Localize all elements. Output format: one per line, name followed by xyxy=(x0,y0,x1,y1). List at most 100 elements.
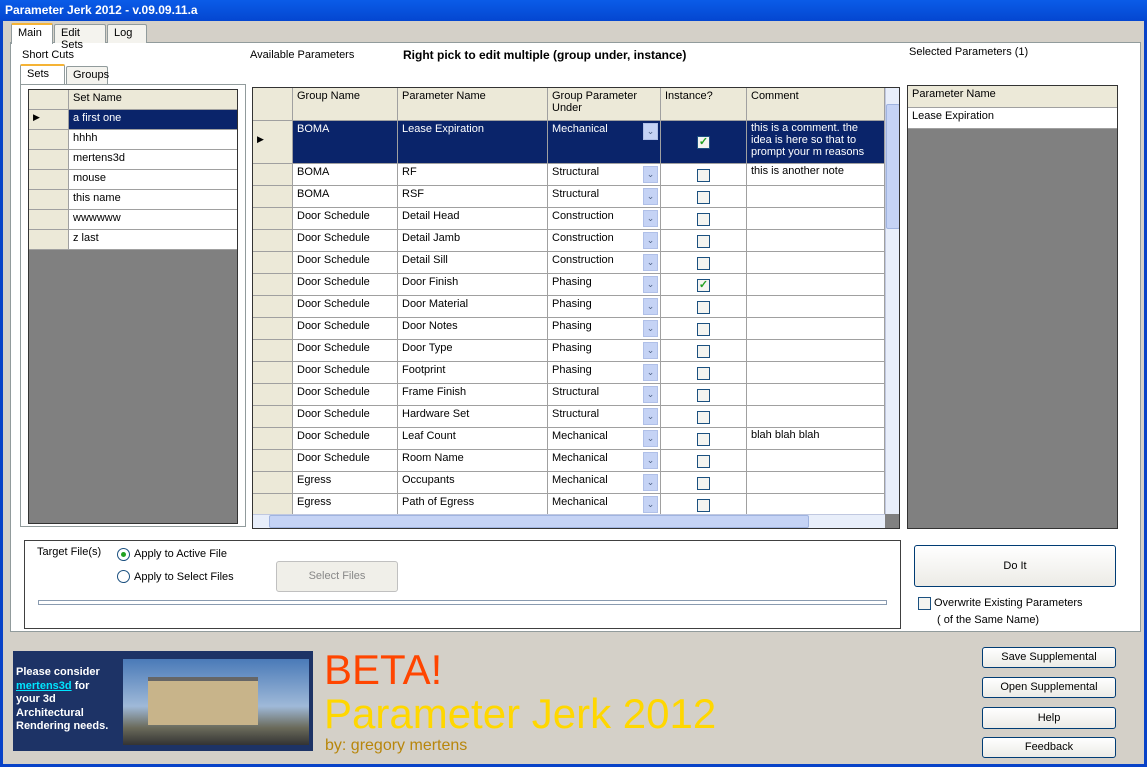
row-header[interactable] xyxy=(253,318,293,340)
column-header[interactable]: Group Name xyxy=(293,88,398,121)
instance-checkbox[interactable] xyxy=(697,389,710,402)
cell-under[interactable]: Phasing ⌄ xyxy=(548,274,661,296)
cell-comment[interactable] xyxy=(747,406,885,428)
column-header[interactable]: Comment xyxy=(747,88,885,121)
cell-instance[interactable] xyxy=(661,362,747,384)
cell-param[interactable]: Hardware Set xyxy=(398,406,548,428)
cell-param[interactable]: RSF xyxy=(398,186,548,208)
dropdown-arrow-icon[interactable]: ⌄ xyxy=(643,232,658,249)
set-item[interactable]: z last xyxy=(69,230,237,250)
instance-checkbox[interactable] xyxy=(697,323,710,336)
row-header[interactable] xyxy=(253,208,293,230)
cell-param[interactable]: Door Notes xyxy=(398,318,548,340)
cell-comment[interactable] xyxy=(747,384,885,406)
cell-group[interactable]: Door Schedule xyxy=(293,406,398,428)
set-item[interactable]: this name xyxy=(69,190,237,210)
row-header[interactable] xyxy=(253,450,293,472)
cell-group[interactable]: Door Schedule xyxy=(293,274,398,296)
cell-comment[interactable] xyxy=(747,230,885,252)
row-header[interactable] xyxy=(253,406,293,428)
cell-under[interactable]: Phasing ⌄ xyxy=(548,296,661,318)
cell-group[interactable]: Door Schedule xyxy=(293,384,398,406)
tab-groups[interactable]: Groups xyxy=(66,66,109,84)
cell-comment[interactable]: blah blah blah xyxy=(747,428,885,450)
row-header[interactable] xyxy=(29,170,69,190)
cell-comment[interactable] xyxy=(747,340,885,362)
tab-log[interactable]: Log xyxy=(107,24,147,43)
set-item[interactable]: mouse xyxy=(69,170,237,190)
cell-instance[interactable] xyxy=(661,494,747,516)
instance-checkbox[interactable] xyxy=(697,301,710,314)
cell-group[interactable]: BOMA xyxy=(293,186,398,208)
cell-group[interactable]: BOMA xyxy=(293,121,398,164)
cell-instance[interactable]: ✓ xyxy=(661,274,747,296)
cell-param[interactable]: Footprint xyxy=(398,362,548,384)
select-files-button[interactable]: Select Files xyxy=(276,561,398,592)
instance-checkbox[interactable] xyxy=(697,367,710,380)
cell-param[interactable]: Room Name xyxy=(398,450,548,472)
dropdown-arrow-icon[interactable]: ⌄ xyxy=(643,298,658,315)
cell-instance[interactable] xyxy=(661,230,747,252)
cell-instance[interactable]: ✓ xyxy=(661,121,747,164)
cell-group[interactable]: Egress xyxy=(293,494,398,516)
help-button[interactable]: Help xyxy=(982,707,1116,729)
cell-param[interactable]: Path of Egress xyxy=(398,494,548,516)
cell-instance[interactable] xyxy=(661,296,747,318)
column-header[interactable]: Instance? xyxy=(661,88,747,121)
cell-under[interactable]: Mechanical ⌄ xyxy=(548,121,661,164)
cell-instance[interactable] xyxy=(661,428,747,450)
radio-active-file[interactable] xyxy=(117,548,130,561)
cell-instance[interactable] xyxy=(661,252,747,274)
cell-param[interactable]: Leaf Count xyxy=(398,428,548,450)
row-header[interactable] xyxy=(29,230,69,250)
set-item[interactable]: mertens3d xyxy=(69,150,237,170)
cell-group[interactable]: Door Schedule xyxy=(293,450,398,472)
cell-instance[interactable] xyxy=(661,450,747,472)
cell-comment[interactable] xyxy=(747,274,885,296)
mertens3d-link[interactable]: mertens3d xyxy=(16,680,72,692)
cell-group[interactable]: Door Schedule xyxy=(293,340,398,362)
row-header[interactable] xyxy=(253,428,293,450)
cell-comment[interactable]: this is a comment. the idea is here so t… xyxy=(747,121,885,164)
row-header[interactable] xyxy=(253,164,293,186)
instance-checkbox[interactable]: ✓ xyxy=(697,136,710,149)
dropdown-arrow-icon[interactable]: ⌄ xyxy=(643,496,658,513)
row-header[interactable] xyxy=(253,472,293,494)
column-header[interactable]: Group Parameter Under xyxy=(548,88,661,121)
cell-group[interactable]: Door Schedule xyxy=(293,208,398,230)
cell-under[interactable]: Phasing ⌄ xyxy=(548,340,661,362)
cell-instance[interactable] xyxy=(661,340,747,362)
row-header[interactable] xyxy=(29,190,69,210)
cell-param[interactable]: Detail Jamb xyxy=(398,230,548,252)
horizontal-scroll-thumb[interactable] xyxy=(269,515,809,528)
cell-param[interactable]: Detail Head xyxy=(398,208,548,230)
dropdown-arrow-icon[interactable]: ⌄ xyxy=(643,123,658,140)
radio-select-files[interactable] xyxy=(117,570,130,583)
open-supplemental-button[interactable]: Open Supplemental xyxy=(982,677,1116,698)
instance-checkbox[interactable]: ✓ xyxy=(697,279,710,292)
dropdown-arrow-icon[interactable]: ⌄ xyxy=(643,254,658,271)
cell-under[interactable]: Structural ⌄ xyxy=(548,406,661,428)
cell-under[interactable]: Mechanical ⌄ xyxy=(548,450,661,472)
cell-under[interactable]: Construction ⌄ xyxy=(548,208,661,230)
cell-comment[interactable] xyxy=(747,472,885,494)
row-header[interactable] xyxy=(253,186,293,208)
row-header[interactable]: ▶ xyxy=(253,121,293,164)
row-header[interactable] xyxy=(253,362,293,384)
instance-checkbox[interactable] xyxy=(697,191,710,204)
row-header[interactable] xyxy=(253,230,293,252)
cell-under[interactable]: Mechanical ⌄ xyxy=(548,472,661,494)
dropdown-arrow-icon[interactable]: ⌄ xyxy=(643,474,658,491)
set-item[interactable]: a first one xyxy=(69,110,237,130)
set-item[interactable]: wwwwww xyxy=(69,210,237,230)
cell-instance[interactable] xyxy=(661,186,747,208)
cell-instance[interactable] xyxy=(661,164,747,186)
cell-param[interactable]: RF xyxy=(398,164,548,186)
cell-param[interactable]: Door Material xyxy=(398,296,548,318)
instance-checkbox[interactable] xyxy=(697,257,710,270)
instance-checkbox[interactable] xyxy=(697,411,710,424)
tab-edit-sets[interactable]: Edit Sets xyxy=(54,24,106,51)
cell-comment[interactable] xyxy=(747,252,885,274)
feedback-button[interactable]: Feedback xyxy=(982,737,1116,758)
dropdown-arrow-icon[interactable]: ⌄ xyxy=(643,386,658,403)
